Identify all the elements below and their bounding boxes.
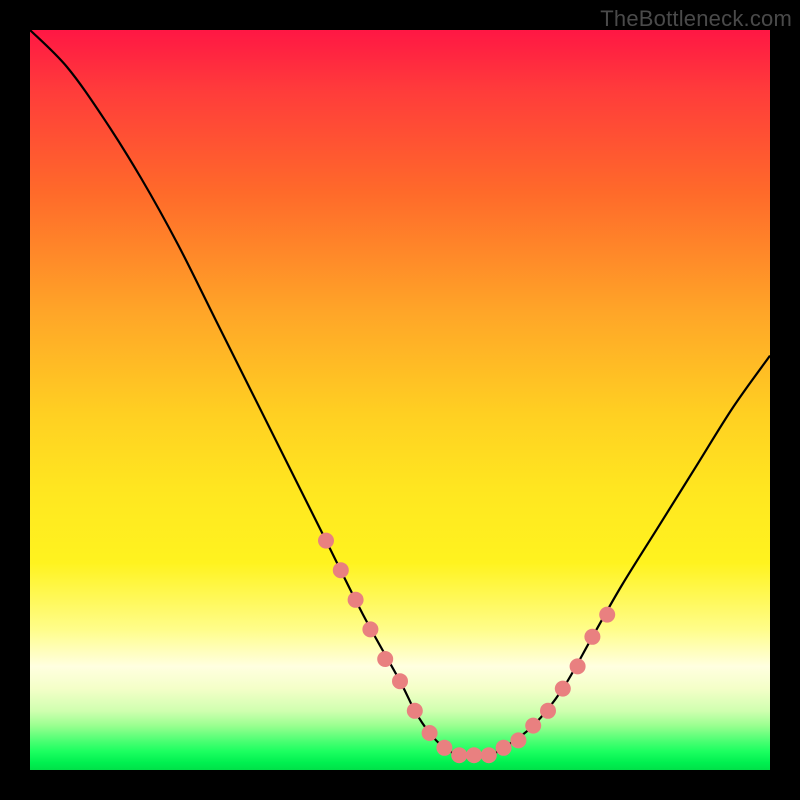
plot-area — [30, 30, 770, 770]
highlight-dot — [348, 592, 364, 608]
highlight-dot — [466, 747, 482, 763]
highlight-dot — [362, 621, 378, 637]
highlight-dot — [377, 651, 393, 667]
highlight-dot — [496, 740, 512, 756]
highlight-dot — [555, 681, 571, 697]
highlight-dot — [570, 658, 586, 674]
highlight-dot — [525, 718, 541, 734]
watermark-text: TheBottleneck.com — [600, 6, 792, 32]
highlight-dot — [451, 747, 467, 763]
highlight-dot — [318, 533, 334, 549]
highlight-dot — [599, 607, 615, 623]
highlight-dot — [392, 673, 408, 689]
highlight-dot — [584, 629, 600, 645]
highlight-dot — [422, 725, 438, 741]
highlight-dot — [407, 703, 423, 719]
highlight-dot — [510, 732, 526, 748]
bottleneck-curve — [30, 30, 770, 756]
curve-path — [30, 30, 770, 756]
highlight-dot — [481, 747, 497, 763]
chart-svg — [30, 30, 770, 770]
chart-frame: TheBottleneck.com — [0, 0, 800, 800]
highlight-dot — [540, 703, 556, 719]
highlight-dot — [436, 740, 452, 756]
highlight-dot — [333, 562, 349, 578]
highlight-dots — [318, 533, 615, 764]
